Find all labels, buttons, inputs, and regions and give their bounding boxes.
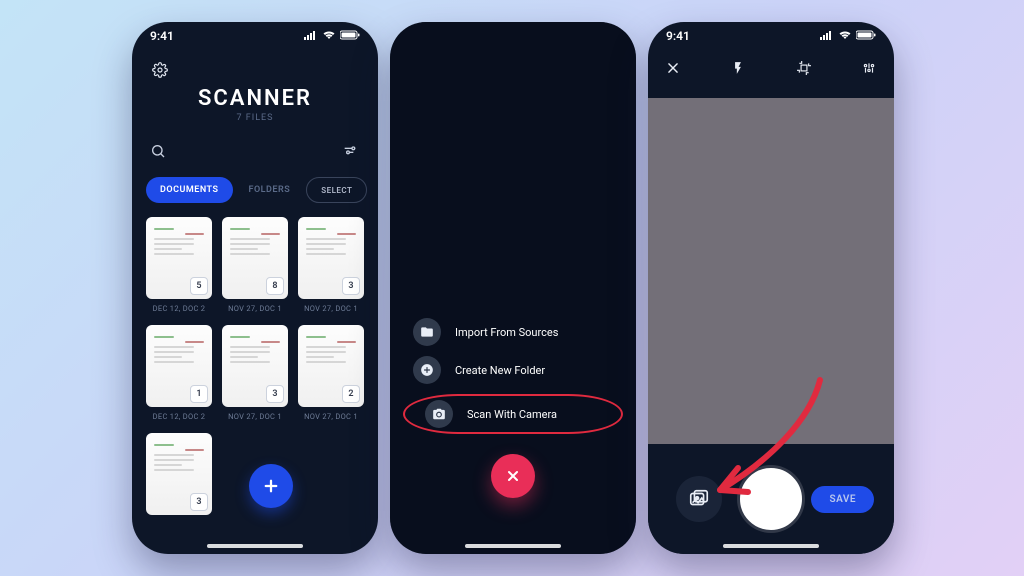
action-label: Create New Folder: [455, 364, 545, 377]
flash-icon[interactable]: [731, 60, 745, 79]
toolbar: [132, 143, 378, 161]
document-card[interactable]: 1 DEC 12, DOC 2: [146, 325, 212, 421]
search-icon[interactable]: [150, 143, 168, 161]
document-caption: NOV 27, DOC 1: [222, 304, 288, 313]
home-indicator: [465, 544, 561, 548]
select-button[interactable]: SELECT: [306, 177, 367, 203]
add-folder-icon: [413, 356, 441, 384]
signal-icon: [820, 29, 834, 43]
page-count-badge: 8: [266, 277, 284, 295]
document-card[interactable]: 2 NOV 27, DOC 1: [298, 325, 364, 421]
page-count-badge: 1: [190, 385, 208, 403]
shutter-button[interactable]: [740, 468, 802, 530]
wifi-icon: [322, 29, 336, 43]
page-count-badge: 5: [190, 277, 208, 295]
settings-icon[interactable]: [152, 62, 168, 82]
document-caption: NOV 27, DOC 1: [298, 304, 364, 313]
status-time: 9:41: [150, 29, 174, 43]
document-card[interactable]: 3 NOV 27, DOC 1: [222, 325, 288, 421]
phone-camera: 9:41 SAVE: [648, 22, 894, 554]
phone-scanner-home: 9:41 SCANNER 7 FILES DOCUMENTS FOLDERS S…: [132, 22, 378, 554]
action-new-folder[interactable]: Create New Folder: [413, 356, 613, 384]
document-caption: DEC 12, DOC 2: [146, 304, 212, 313]
action-label: Import From Sources: [455, 326, 558, 339]
status-indicators: [820, 29, 876, 43]
document-caption: DEC 12, DOC 2: [146, 412, 212, 421]
status-time: 9:41: [666, 29, 690, 43]
page-count-badge: 3: [266, 385, 284, 403]
page-title: SCANNER: [132, 86, 378, 111]
action-import[interactable]: Import From Sources: [413, 318, 613, 346]
camera-toolbar: [648, 50, 894, 89]
battery-icon: [340, 29, 360, 43]
filter-icon[interactable]: [342, 143, 360, 161]
camera-icon: [425, 400, 453, 428]
crop-icon[interactable]: [797, 60, 811, 79]
settings-icon[interactable]: [862, 60, 876, 79]
tab-documents[interactable]: DOCUMENTS: [146, 177, 233, 203]
gallery-button[interactable]: [676, 476, 722, 522]
page-count-badge: 2: [342, 385, 360, 403]
status-bar: 9:41: [648, 22, 894, 50]
folder-icon: [413, 318, 441, 346]
document-card[interactable]: 3: [146, 433, 212, 520]
status-indicators: [304, 29, 360, 43]
wifi-icon: [838, 29, 852, 43]
document-card[interactable]: 8 NOV 27, DOC 1: [222, 217, 288, 313]
page-count-badge: 3: [342, 277, 360, 295]
action-scan-camera[interactable]: Scan With Camera: [403, 394, 623, 434]
page-count-badge: 3: [190, 493, 208, 511]
close-sheet-button[interactable]: [491, 454, 535, 498]
phone-add-sheet: Import From Sources Create New Folder Sc…: [390, 22, 636, 554]
home-indicator: [723, 544, 819, 548]
action-label: Scan With Camera: [467, 408, 557, 421]
status-bar: 9:41: [132, 22, 378, 50]
document-card[interactable]: 3 NOV 27, DOC 1: [298, 217, 364, 313]
tab-row: DOCUMENTS FOLDERS SELECT: [132, 177, 378, 203]
battery-icon: [856, 29, 876, 43]
home-indicator: [207, 544, 303, 548]
document-caption: NOV 27, DOC 1: [298, 412, 364, 421]
save-button[interactable]: SAVE: [811, 486, 874, 513]
close-icon[interactable]: [666, 60, 680, 79]
action-sheet: Import From Sources Create New Folder Sc…: [390, 318, 636, 498]
tab-folders[interactable]: FOLDERS: [243, 177, 297, 203]
camera-bottom-bar: SAVE: [648, 444, 894, 554]
page-subtitle: 7 FILES: [132, 113, 378, 123]
document-card[interactable]: 5 DEC 12, DOC 2: [146, 217, 212, 313]
camera-viewfinder: [648, 98, 894, 444]
add-button[interactable]: [249, 464, 293, 508]
document-caption: NOV 27, DOC 1: [222, 412, 288, 421]
signal-icon: [304, 29, 318, 43]
